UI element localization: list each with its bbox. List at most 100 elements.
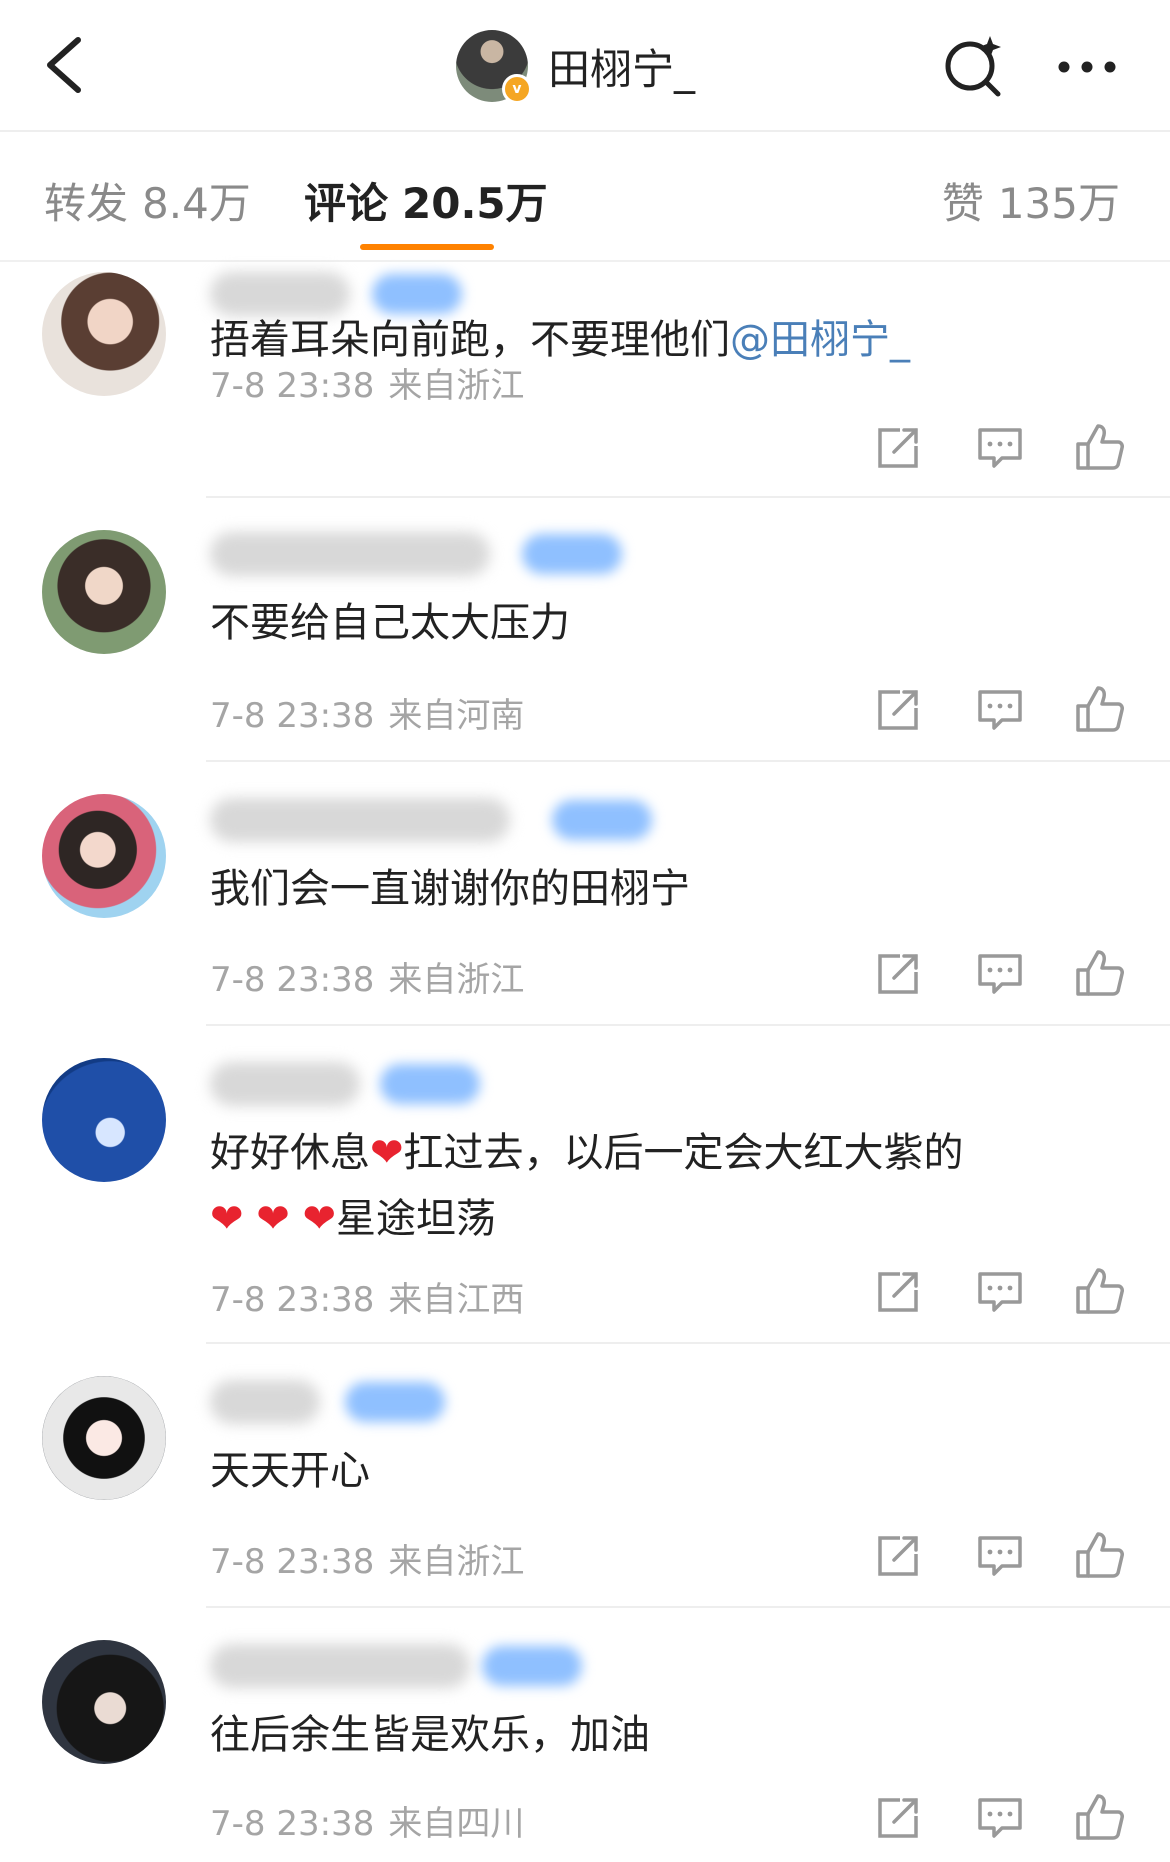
share-button[interactable] <box>870 682 926 738</box>
thumbs-up-icon <box>1076 1794 1124 1840</box>
verified-badge: v <box>502 74 532 104</box>
user-badge-redacted <box>522 534 622 574</box>
mention-link[interactable]: @田栩宁_ <box>730 317 910 363</box>
comment-time: 7-8 23:38 <box>210 366 375 406</box>
back-button[interactable] <box>34 30 94 100</box>
active-tab-indicator <box>360 244 494 250</box>
reply-button[interactable] <box>972 682 1028 738</box>
tab-like-label: 赞 <box>941 179 984 228</box>
avatar[interactable] <box>42 530 166 654</box>
top-bar: v 田栩宁_ <box>0 0 1170 130</box>
like-button[interactable] <box>1072 946 1128 1002</box>
thumbs-up-icon <box>1076 424 1124 470</box>
share-button[interactable] <box>870 946 926 1002</box>
tab-comment-count: 20.5万 <box>402 179 548 228</box>
share-icon <box>878 428 918 468</box>
tab-comment[interactable]: 评论 20.5万 <box>304 170 548 231</box>
reply-button[interactable] <box>972 420 1028 476</box>
tabs-divider <box>0 260 1170 262</box>
comment-separator <box>206 1342 1170 1344</box>
comment-text: 不要给自己太大压力 <box>210 600 570 646</box>
username-redacted[interactable] <box>210 1062 360 1106</box>
comment-text-part: 星途坦荡 <box>335 1196 496 1242</box>
like-button[interactable] <box>1072 1264 1128 1320</box>
tab-repost[interactable]: 转发 8.4万 <box>44 170 251 231</box>
share-button[interactable] <box>870 1264 926 1320</box>
comment-time: 7-8 23:38 <box>210 696 375 736</box>
comment-icon <box>978 1536 1022 1576</box>
like-button[interactable] <box>1072 682 1128 738</box>
comment-icon <box>978 1272 1022 1312</box>
comment-meta: 7-8 23:38 来自浙江 <box>210 952 524 1001</box>
comment-location: 来自浙江 <box>388 960 525 1000</box>
tab-repost-label: 转发 <box>44 179 129 228</box>
reply-button[interactable] <box>972 946 1028 1002</box>
thumbs-up-icon <box>1076 1532 1124 1578</box>
comment-meta: 7-8 23:38 来自四川 <box>210 1796 524 1845</box>
avatar[interactable] <box>42 1640 166 1764</box>
thumbs-up-icon <box>1076 686 1124 732</box>
comment-text: 天天开心 <box>210 1448 370 1494</box>
share-button[interactable] <box>870 1528 926 1584</box>
more-button[interactable] <box>1052 32 1122 102</box>
comment-meta: 7-8 23:38 来自河南 <box>210 688 524 737</box>
tab-comment-label: 评论 <box>304 179 389 228</box>
comment-time: 7-8 23:38 <box>210 1542 375 1582</box>
share-icon <box>878 1798 918 1838</box>
comment-text-part: 好好休息 <box>210 1130 370 1176</box>
comment-location: 来自四川 <box>388 1804 525 1844</box>
comment-text: 我们会一直谢谢你的田栩宁 <box>210 866 690 912</box>
heart-emoji: ❤ <box>370 1130 404 1176</box>
like-button[interactable] <box>1072 1528 1128 1584</box>
comment-location: 来自浙江 <box>388 1542 525 1582</box>
username-redacted[interactable] <box>210 532 490 576</box>
avatar[interactable] <box>42 1058 166 1182</box>
comment-icon <box>978 428 1022 468</box>
reply-button[interactable] <box>972 1264 1028 1320</box>
like-button[interactable] <box>1072 1790 1128 1846</box>
reply-button[interactable] <box>972 1790 1028 1846</box>
comment-meta: 7-8 23:38 来自江西 <box>210 1272 524 1321</box>
comment-time: 7-8 23:38 <box>210 1804 375 1844</box>
comment-separator <box>206 1024 1170 1026</box>
comment-separator <box>206 1606 1170 1608</box>
comment-separator <box>206 496 1170 498</box>
share-button[interactable] <box>870 1790 926 1846</box>
comment-location: 来自河南 <box>388 696 525 736</box>
avatar[interactable] <box>42 272 166 396</box>
search-button[interactable] <box>940 32 1010 102</box>
user-badge-redacted <box>552 800 652 840</box>
header-divider <box>0 130 1170 132</box>
tab-repost-count: 8.4万 <box>142 179 251 228</box>
share-icon <box>878 1536 918 1576</box>
author-avatar[interactable]: v <box>456 30 532 104</box>
chevron-left-icon <box>47 37 81 93</box>
share-icon <box>878 690 918 730</box>
share-icon <box>878 954 918 994</box>
avatar[interactable] <box>42 794 166 918</box>
tab-like[interactable]: 赞 135万 <box>942 170 1120 231</box>
comment-meta: 7-8 23:38 来自浙江 <box>210 1534 524 1583</box>
tab-like-count: 135万 <box>997 179 1120 228</box>
comment-text: 好好休息❤扛过去，以后一定会大红大紫的 ❤ ❤ ❤星途坦荡 <box>210 1120 1130 1252</box>
user-badge-redacted <box>345 1382 445 1422</box>
username-redacted[interactable] <box>210 1380 320 1424</box>
comment-location: 来自浙江 <box>388 366 525 406</box>
post-author[interactable]: v 田栩宁_ <box>456 28 695 104</box>
share-icon <box>878 1272 918 1312</box>
comment-separator <box>206 760 1170 762</box>
comment-icon <box>978 690 1022 730</box>
author-name[interactable]: 田栩宁_ <box>548 36 695 97</box>
comment-meta: 7-8 23:38 来自浙江 <box>210 358 524 407</box>
comment-location: 来自江西 <box>388 1280 525 1320</box>
reply-button[interactable] <box>972 1528 1028 1584</box>
username-redacted[interactable] <box>210 798 510 842</box>
share-button[interactable] <box>870 420 926 476</box>
username-redacted[interactable] <box>210 1644 470 1688</box>
avatar[interactable] <box>42 1376 166 1500</box>
comment-text-body: 捂着耳朵向前跑，不要理他们 <box>210 317 730 363</box>
thumbs-up-icon <box>1076 1268 1124 1314</box>
comment-time: 7-8 23:38 <box>210 1280 375 1320</box>
comment-text-part: 扛过去，以后一定会大红大紫的 <box>403 1130 964 1176</box>
like-button[interactable] <box>1072 420 1128 476</box>
